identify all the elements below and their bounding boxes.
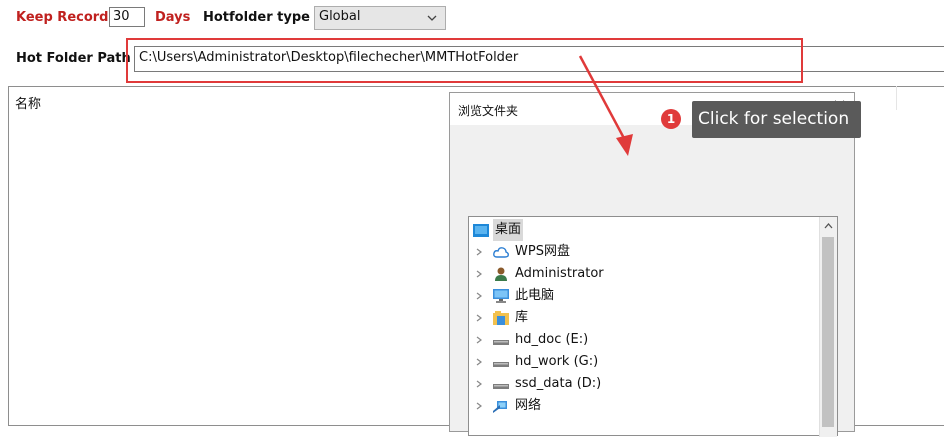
tree-item-label: hd_doc (E:) [515, 332, 589, 347]
cloud-icon [493, 247, 509, 258]
tree-item-hd-doc[interactable]: hd_doc (E:) [469, 329, 821, 351]
computer-icon [493, 289, 509, 303]
browse-folder-dialog: 浏览文件夹 × 桌面 WPS网盘 Administrator [449, 92, 855, 437]
tree-item-label: ssd_data (D:) [515, 376, 602, 391]
hot-folder-path-label: Hot Folder Path [16, 51, 131, 66]
hotfolder-type-value: Global [319, 9, 361, 24]
desktop-icon [473, 224, 489, 237]
hotfolder-type-label: Hotfolder type [203, 10, 310, 25]
tree-item-this-pc[interactable]: 此电脑 [469, 285, 821, 307]
chevron-right-icon[interactable] [475, 292, 483, 300]
user-icon [495, 267, 507, 281]
step-number-badge: 1 [661, 109, 681, 129]
column-divider [896, 86, 897, 110]
tree-item-desktop[interactable]: 桌面 [469, 219, 821, 241]
tree-item-label: WPS网盘 [515, 244, 570, 259]
step-number: 1 [666, 112, 676, 126]
keep-record-input[interactable]: 30 [109, 7, 145, 27]
tree-item-label: 网络 [515, 398, 542, 413]
chevron-right-icon[interactable] [475, 270, 483, 278]
scroll-thumb[interactable] [822, 237, 834, 427]
path-highlight-box [126, 38, 803, 83]
tree-item-ssd-data[interactable]: ssd_data (D:) [469, 373, 821, 395]
tree-item-label: 库 [515, 310, 529, 325]
chevron-right-icon[interactable] [475, 314, 483, 322]
chevron-right-icon[interactable] [475, 248, 483, 256]
chevron-right-icon[interactable] [475, 402, 483, 410]
keep-record-label: Keep Record [16, 10, 109, 25]
folder-tree[interactable]: 桌面 WPS网盘 Administrator 此电脑 库 hd_doc (E:)… [468, 216, 838, 437]
chevron-right-icon[interactable] [475, 380, 483, 388]
chevron-right-icon[interactable] [475, 336, 483, 344]
tree-item-label: Administrator [515, 266, 604, 281]
tooltip-text: Click for selection [698, 109, 850, 129]
tree-item-label: 此电脑 [515, 288, 555, 303]
chevron-right-icon[interactable] [475, 358, 483, 366]
pointer-arrow [578, 55, 633, 156]
drive-icon [493, 340, 509, 345]
dialog-title: 浏览文件夹 [458, 104, 519, 118]
tree-scrollbar[interactable] [819, 217, 837, 437]
network-icon [493, 401, 507, 413]
days-label: Days [155, 10, 191, 25]
hotfolder-type-select[interactable]: Global [314, 6, 446, 30]
tree-item-library[interactable]: 库 [469, 307, 821, 329]
scroll-up-icon[interactable] [824, 223, 833, 229]
selection-tooltip: Click for selection [692, 101, 861, 138]
tree-item-wps-cloud[interactable]: WPS网盘 [469, 241, 821, 263]
chevron-down-icon [427, 15, 437, 21]
tree-item-hd-work[interactable]: hd_work (G:) [469, 351, 821, 373]
drive-icon [493, 362, 509, 367]
tree-item-network[interactable]: 网络 [469, 395, 821, 417]
library-icon [493, 311, 509, 325]
tree-item-administrator[interactable]: Administrator [469, 263, 821, 285]
tree-item-label: 桌面 [493, 219, 524, 241]
tree-item-label: hd_work (G:) [515, 354, 599, 369]
column-header-name[interactable]: 名称 [15, 93, 41, 112]
drive-icon [493, 384, 509, 389]
